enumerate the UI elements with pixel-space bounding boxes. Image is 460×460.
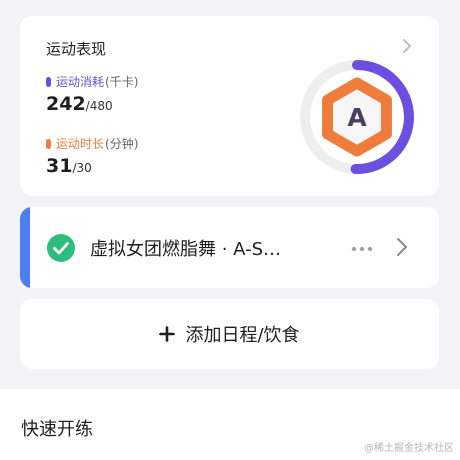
quick-start-title: 快速开练 [21, 419, 93, 440]
more-icon[interactable] [350, 237, 374, 261]
add-schedule-button[interactable]: 添加日程/饮食 [20, 299, 439, 369]
chevron-right-icon[interactable] [391, 235, 413, 259]
calories-unit: (千卡) [105, 75, 139, 89]
grade-text: A [347, 103, 367, 132]
performance-title: 运动表现 [46, 40, 107, 58]
calories-dot [46, 76, 51, 87]
check-circle-icon[interactable] [47, 234, 75, 262]
course-title[interactable]: 虚拟女团燃脂舞 · A-S… [90, 235, 281, 261]
course-card[interactable]: 虚拟女团燃脂舞 · A-S… [20, 207, 439, 288]
duration-unit: (分钟) [105, 137, 139, 151]
performance-gauge: A [300, 60, 414, 174]
watermark: @稀土掘金技术社区 [364, 443, 454, 454]
quick-start-section: 快速开练 @稀土掘金技术社区 [0, 389, 460, 460]
add-schedule-content: 添加日程/饮食 [159, 321, 300, 347]
plus-icon [159, 326, 176, 342]
calories-current: 242 [46, 93, 86, 115]
calories-label: 运动消耗 (千卡) [46, 73, 138, 90]
duration-label: 运动时长 (分钟) [46, 135, 138, 152]
course-accent-bar [20, 207, 30, 288]
calories-target: /480 [85, 99, 113, 113]
duration-current: 31 [46, 155, 73, 177]
duration-target: /30 [72, 161, 92, 175]
duration-name: 运动时长 [56, 137, 105, 151]
chevron-right-icon[interactable] [397, 36, 417, 56]
calories-value: 242 /480 [46, 93, 113, 115]
performance-card[interactable]: 运动表现 运动消耗 (千卡) 242 /480 运动时长 (分钟) 31 /30… [20, 16, 439, 196]
calories-name: 运动消耗 [56, 75, 105, 89]
duration-value: 31 /30 [46, 155, 92, 177]
duration-dot [46, 138, 51, 149]
add-schedule-label: 添加日程/饮食 [185, 325, 300, 346]
